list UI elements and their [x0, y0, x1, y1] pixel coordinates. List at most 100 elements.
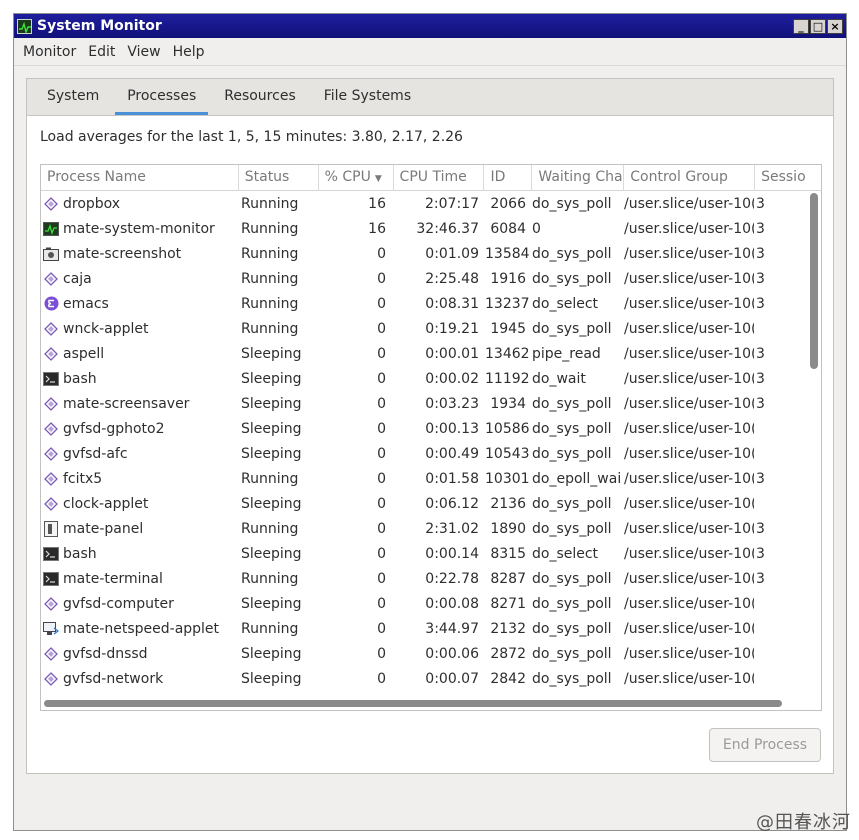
vertical-scrollbar[interactable]: [810, 193, 818, 369]
pid-cell: 2842: [490, 670, 526, 687]
panel-icon: [43, 520, 59, 537]
col-cpu[interactable]: % CPU ▼: [319, 165, 394, 191]
status-cell: Sleeping: [241, 595, 302, 612]
table-row[interactable]: wnck-applet Running 0 0:19.21 1945 do_sys_pol…: [41, 316, 807, 341]
status-cell: Sleeping: [241, 495, 302, 512]
status-cell: Running: [241, 470, 299, 487]
waiting-channel-cell: do_sys_poll: [532, 670, 612, 687]
table-header: Process Name Status % CPU ▼ CPU Time ID W…: [41, 165, 821, 191]
pid-cell: 8287: [490, 570, 526, 587]
pid-cell: 13584: [485, 245, 530, 262]
process-name-cell: mate-panel: [41, 520, 239, 537]
tab-bar: System Processes Resources File Systems: [27, 79, 833, 116]
col-status[interactable]: Status: [239, 165, 319, 191]
waiting-channel-cell: do_sys_poll: [532, 495, 612, 512]
process-name-cell: mate-screenshot: [41, 246, 239, 262]
col-cpu-time[interactable]: CPU Time: [394, 165, 485, 191]
process-table[interactable]: Process Name Status % CPU ▼ CPU Time ID W…: [40, 164, 822, 711]
process-name-cell: gvfsd-computer: [41, 596, 239, 612]
table-row[interactable]: aspell Sleeping 0 0:00.01 13462 pipe_read/use…: [41, 341, 807, 366]
col-session[interactable]: Sessio: [755, 165, 821, 191]
cpu-cell: 16: [368, 220, 386, 237]
cpu-cell: 0: [377, 295, 386, 312]
cpu-time-cell: 32:46.37: [416, 220, 479, 237]
gear-diamond-icon: [43, 671, 59, 687]
col-cpu-label: % CPU: [324, 169, 371, 185]
table-row[interactable]: gvfsd-computer Sleeping 0 0:00.08 8271 do_sys…: [41, 591, 807, 616]
close-button[interactable]: ×: [827, 18, 843, 34]
menu-monitor[interactable]: Monitor: [17, 44, 82, 60]
session-cell: 3: [756, 370, 765, 387]
table-row[interactable]: fcitx5 Running 0 0:01.58 10301 do_epoll_wai/u…: [41, 466, 807, 491]
table-row[interactable]: mate-screensaver Sleeping 0 0:03.23 1934 do_s…: [41, 391, 807, 416]
table-row[interactable]: bash Sleeping 0 0:00.02 11192 do_wait/user.sl…: [41, 366, 807, 391]
gear-diamond-icon: [43, 421, 59, 437]
process-name-cell: mate-terminal: [41, 571, 239, 587]
cpu-time-cell: 2:07:17: [425, 195, 479, 212]
gear-diamond-icon: [43, 196, 59, 212]
table-row[interactable]: emacs Running 0 0:08.31 13237 do_select/user.…: [41, 291, 807, 316]
pid-cell: 1945: [490, 320, 526, 337]
horizontal-scrollbar[interactable]: [44, 700, 782, 707]
table-row[interactable]: gvfsd-dnssd Sleeping 0 0:00.06 2872 do_sys_po…: [41, 641, 807, 666]
table-row[interactable]: clock-applet Sleeping 0 0:06.12 2136 do_sys_p…: [41, 491, 807, 516]
process-name-cell: fcitx5: [41, 471, 239, 487]
process-name: mate-screenshot: [63, 245, 182, 262]
table-row[interactable]: gvfsd-afc Sleeping 0 0:00.49 10543 do_sys_pol…: [41, 441, 807, 466]
table-row[interactable]: gvfsd-network Sleeping 0 0:00.07 2842 do_sys_…: [41, 666, 807, 691]
table-row[interactable]: mate-netspeed-applet Running 0 3:44.97 2132 d…: [41, 616, 807, 641]
table-row[interactable]: gvfsd-gphoto2 Sleeping 0 0:00.13 10586 do_sys…: [41, 416, 807, 441]
col-process-name[interactable]: Process Name: [41, 165, 239, 191]
waiting-channel-cell: 0: [532, 220, 541, 237]
tab-processes[interactable]: Processes: [115, 79, 209, 115]
table-row[interactable]: caja Running 0 2:25.48 1916 do_sys_poll/user.…: [41, 266, 807, 291]
status-cell: Running: [241, 195, 299, 212]
control-group-cell: /user.slice/user-10(: [624, 520, 754, 537]
cpu-cell: 0: [377, 270, 386, 287]
table-row[interactable]: mate-screenshot Running 0 0:01.09 13584 do_sy…: [41, 241, 807, 266]
waiting-channel-cell: do_sys_poll: [532, 420, 612, 437]
process-name: mate-system-monitor: [63, 220, 215, 237]
cpu-cell: 0: [377, 395, 386, 412]
cpu-cell: 0: [377, 445, 386, 462]
process-name: bash: [63, 370, 97, 387]
control-group-cell: /user.slice/user-10(: [624, 320, 754, 337]
control-group-cell: /user.slice/user-10(: [624, 370, 754, 387]
process-name-cell: gvfsd-dnssd: [41, 646, 239, 662]
gear-diamond-icon: [43, 346, 59, 362]
menu-edit[interactable]: Edit: [82, 44, 121, 60]
col-id[interactable]: ID: [484, 165, 533, 191]
cpu-cell: 0: [377, 420, 386, 437]
col-waiting-channel[interactable]: Waiting Cha: [532, 165, 625, 191]
table-row[interactable]: dropbox Running 16 2:07:17 2066 do_sys_poll/u…: [41, 191, 807, 216]
control-group-cell: /user.slice/user-10(: [624, 445, 754, 462]
pid-cell: 13237: [485, 295, 530, 312]
process-name: mate-netspeed-applet: [63, 620, 220, 637]
end-process-button[interactable]: End Process: [709, 728, 821, 762]
table-row[interactable]: mate-system-monitor Running 16 32:46.37 6084…: [41, 216, 807, 241]
maximize-button[interactable]: □: [810, 18, 826, 34]
table-row[interactable]: bash Sleeping 0 0:00.14 8315 do_select/user.s…: [41, 541, 807, 566]
minimize-button[interactable]: _: [793, 18, 809, 34]
pid-cell: 10301: [485, 470, 530, 487]
cpu-cell: 0: [377, 620, 386, 637]
pid-cell: 1934: [490, 395, 526, 412]
cpu-cell: 16: [368, 195, 386, 212]
control-group-cell: /user.slice/user-10(: [624, 220, 754, 237]
sort-descending-icon: ▼: [374, 174, 382, 184]
tab-system[interactable]: System: [35, 79, 111, 115]
cpu-cell: 0: [377, 470, 386, 487]
table-row[interactable]: mate-panel Running 0 2:31.02 1890 do_sys_poll…: [41, 516, 807, 541]
control-group-cell: /user.slice/user-10(: [624, 395, 754, 412]
tab-resources[interactable]: Resources: [212, 79, 308, 115]
title-bar[interactable]: System Monitor _ □ ×: [14, 14, 846, 38]
menu-view[interactable]: View: [121, 44, 166, 60]
waiting-channel-cell: do_sys_poll: [532, 245, 612, 262]
pid-cell: 10543: [485, 445, 530, 462]
process-name: emacs: [63, 295, 109, 312]
tab-file-systems[interactable]: File Systems: [312, 79, 423, 115]
col-control-group[interactable]: Control Group: [624, 165, 756, 191]
menu-help[interactable]: Help: [167, 44, 211, 60]
table-row[interactable]: mate-terminal Running 0 0:22.78 8287 do_sys_p…: [41, 566, 807, 591]
terminal-icon: [43, 571, 59, 587]
